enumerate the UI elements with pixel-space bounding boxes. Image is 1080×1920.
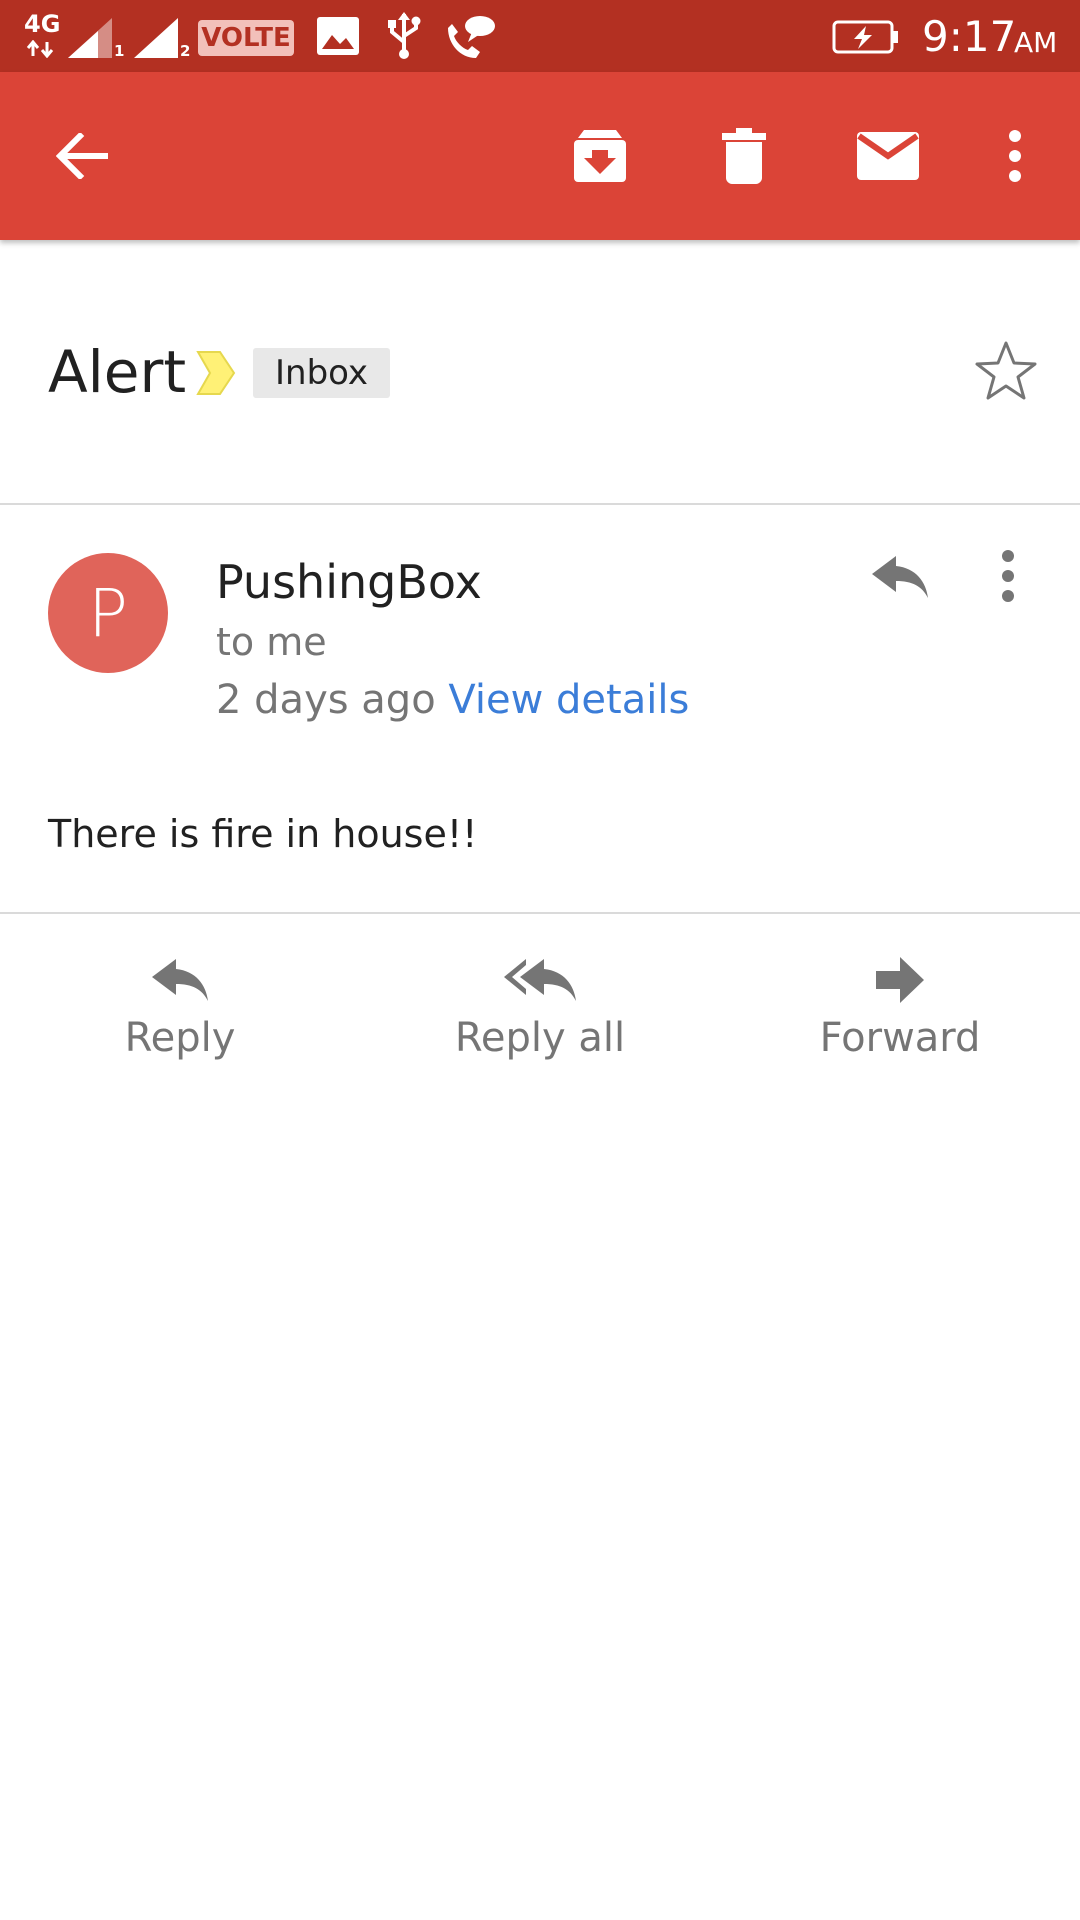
- sender-avatar[interactable]: P: [48, 553, 168, 673]
- reply-all-icon: [504, 959, 576, 1001]
- recipient-text: to me: [216, 620, 327, 664]
- signal-sim1-icon: [68, 18, 112, 58]
- star-icon[interactable]: [974, 340, 1038, 402]
- data-arrows-icon: [26, 40, 54, 58]
- reply-all-label: Reply all: [454, 1015, 626, 1061]
- sim1-index: 1: [114, 42, 125, 60]
- forward-button[interactable]: Forward: [770, 955, 1030, 1085]
- reply-label: Reply: [124, 1015, 236, 1061]
- more-options-button[interactable]: [980, 72, 1050, 240]
- reply-icon[interactable]: [870, 552, 930, 602]
- message-date: 2 days ago: [216, 677, 436, 723]
- more-vert-icon: [1009, 130, 1021, 182]
- missed-call-chat-icon: [448, 16, 495, 58]
- app-bar: [0, 72, 1080, 240]
- label-chip-text: Inbox: [275, 353, 369, 393]
- label-chip[interactable]: Inbox: [253, 348, 391, 398]
- mark-unread-icon: [857, 132, 919, 180]
- volte-label: VOLTE: [201, 23, 291, 53]
- divider: [0, 503, 1080, 505]
- subject-row: Alert Inbox: [0, 240, 1080, 504]
- volte-badge: VOLTE: [198, 20, 294, 56]
- message-more-icon[interactable]: [1000, 550, 1016, 602]
- forward-icon: [876, 957, 924, 1003]
- date-line: 2 days ago View details: [216, 677, 689, 723]
- email-subject: Alert: [48, 338, 187, 406]
- reply-icon: [152, 959, 208, 1001]
- battery-charging-icon: [832, 20, 898, 54]
- archive-icon: [574, 130, 626, 182]
- reply-all-button[interactable]: Reply all: [410, 955, 670, 1085]
- signal-sim2-icon: [134, 18, 178, 58]
- archive-button[interactable]: [550, 72, 650, 240]
- usb-icon: [388, 12, 421, 59]
- back-button[interactable]: [32, 72, 132, 240]
- view-details-link[interactable]: View details: [448, 677, 689, 723]
- delete-icon: [722, 128, 766, 184]
- reply-button[interactable]: Reply: [50, 955, 310, 1085]
- importance-marker-icon[interactable]: [196, 350, 236, 396]
- clock-time: 9:17: [922, 12, 1017, 61]
- image-notification-icon: [317, 17, 359, 55]
- forward-label: Forward: [819, 1015, 981, 1061]
- clock-ampm: AM: [1014, 26, 1058, 59]
- divider: [0, 912, 1080, 914]
- sender-name[interactable]: PushingBox: [216, 555, 482, 609]
- back-arrow-icon: [56, 133, 108, 179]
- status-bar: 4G 1 2 VOLTE 9:17 AM: [0, 0, 1080, 72]
- mark-unread-button[interactable]: [838, 72, 938, 240]
- network-type-label: 4G: [24, 10, 61, 38]
- avatar-initial: P: [88, 574, 128, 652]
- sim2-index: 2: [180, 42, 191, 60]
- email-body: There is fire in house!!: [48, 812, 478, 856]
- delete-button[interactable]: [694, 72, 794, 240]
